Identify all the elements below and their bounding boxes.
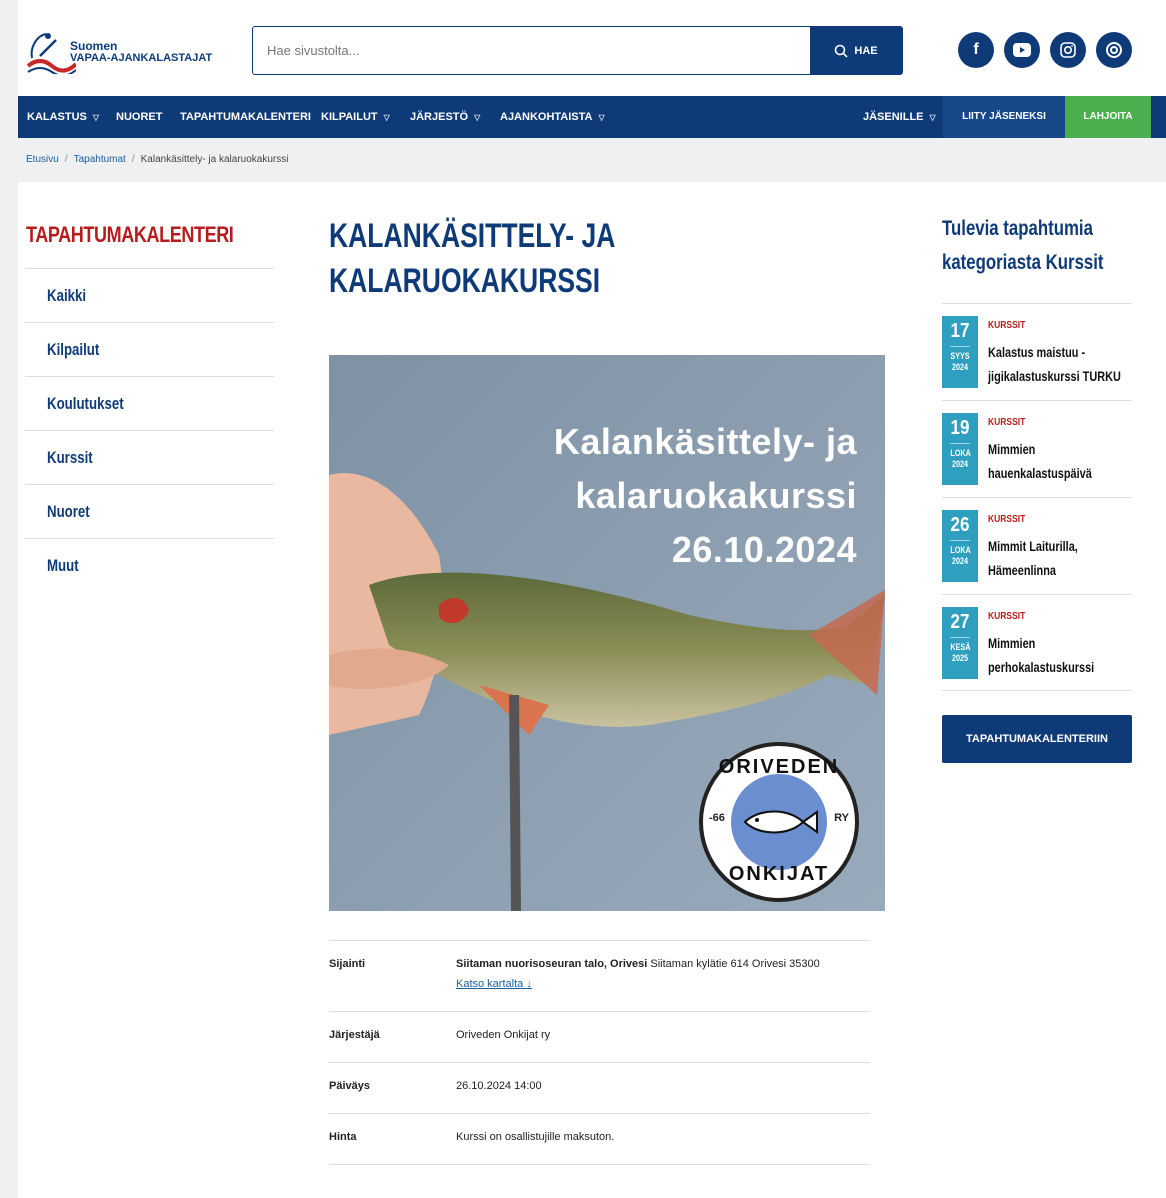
club-logo-bottom: ONKIJAT	[728, 863, 830, 885]
location-label: Sijainti	[329, 958, 366, 970]
club-logo-top: ORIVEDEN	[718, 756, 840, 778]
event-title[interactable]: Mimmien hauenkalastuspäivä	[988, 437, 1105, 485]
event-date: 19 LOKA 2024	[942, 413, 978, 485]
threads-icon[interactable]	[1096, 32, 1132, 68]
club-logo-center	[731, 774, 827, 870]
club-logo-year: -66	[709, 812, 725, 824]
organizer-value: Oriveden Onkijat ry	[456, 1029, 551, 1041]
sidebar-item-kilpailut[interactable]: Kilpailut	[25, 322, 274, 376]
page-title-line1: KALANKÄSITTELY- JA	[329, 217, 616, 255]
sidebar-item-nuoret[interactable]: Nuoret	[25, 484, 274, 538]
nav-ajankohtaista[interactable]: AJANKOHTAISTA ▽	[500, 96, 605, 138]
logo-text: Suomen VAPAA-AJANKALASTAJAT	[70, 40, 212, 64]
event-card[interactable]: 26 LOKA 2024 KURSSIT Mimmit Laiturilla, H…	[942, 497, 1132, 594]
event-card[interactable]: 17 SYYS 2024 KURSSIT Kalastus maistuu -j…	[942, 303, 1132, 400]
logo-line2: VAPAA-AJANKALASTAJAT	[70, 52, 213, 64]
event-title[interactable]: Mimmit Laiturilla, Hämeenlinna	[988, 534, 1105, 582]
date-value: 26.10.2024 14:00	[456, 1080, 542, 1092]
price-value: Kurssi on osallistujille maksuton.	[456, 1131, 615, 1143]
sidebar-item-kurssit[interactable]: Kurssit	[25, 430, 274, 484]
calendar-button[interactable]: TAPAHTUMAKALENTERIIN	[942, 715, 1132, 763]
location-address: Siitaman kylätie 614 Orivesi 35300	[650, 958, 820, 970]
site-header: Suomen VAPAA-AJANKALASTAJAT HAE f	[18, 0, 1166, 96]
hero-line3: 26.10.2024	[671, 529, 857, 570]
event-category: KURSSIT	[988, 417, 1026, 428]
facebook-icon[interactable]: f	[958, 32, 994, 68]
nav-tapahtumakalenteri[interactable]: TAPAHTUMAKALENTERI	[180, 96, 311, 138]
event-date: 27 KESÄ 2025	[942, 607, 978, 679]
breadcrumb-home[interactable]: Etusivu	[26, 154, 59, 165]
event-image: Kalankäsittely- ja kalaruokakurssi 26.10…	[329, 355, 885, 911]
page: Suomen VAPAA-AJANKALASTAJAT HAE f	[18, 0, 1166, 1198]
sidebar-item-kaikki[interactable]: Kaikki	[25, 268, 274, 322]
event-category: KURSSIT	[988, 514, 1026, 525]
price-label: Hinta	[329, 1131, 357, 1143]
club-logo: ORIVEDEN ONKIJAT -66 RY	[699, 742, 859, 902]
logo-icon	[26, 33, 78, 77]
upcoming-events: 17 SYYS 2024 KURSSIT Kalastus maistuu -j…	[942, 303, 1132, 691]
upcoming-title-line1: Tulevia tapahtumia	[942, 217, 1093, 240]
page-title: KALANKÄSITTELY- JA KALARUOKAKURSSI	[329, 214, 766, 304]
info-row-location: Sijainti Siitaman nuorisoseuran talo, Or…	[329, 940, 870, 1011]
search-input[interactable]	[253, 27, 810, 74]
instagram-icon[interactable]	[1050, 32, 1086, 68]
page-title-line2: KALARUOKAKURSSI	[329, 262, 601, 300]
location-name: Siitaman nuorisoseuran talo, Orivesi	[456, 958, 648, 970]
hero-line1: Kalankäsittely- ja	[553, 421, 857, 462]
event-title[interactable]: Kalastus maistuu - jigikalastuskurssi TUR…	[988, 340, 1121, 388]
fish-icon	[743, 810, 818, 834]
event-date: 17 SYYS 2024	[942, 316, 978, 388]
event-category: KURSSIT	[988, 611, 1026, 622]
event-card[interactable]: 19 LOKA 2024 KURSSIT Mimmien hauenkalastu…	[942, 400, 1132, 497]
nav-kalastus[interactable]: KALASTUS ▽	[27, 96, 99, 138]
club-logo-ry: RY	[834, 812, 849, 824]
search-button[interactable]: HAE	[810, 27, 902, 74]
sidebar-title: TAPAHTUMAKALENTERI	[26, 222, 234, 247]
event-date: 26 LOKA 2024	[942, 510, 978, 582]
sidebar-item-koulutukset[interactable]: Koulutukset	[25, 376, 274, 430]
hero-line2: kalaruokakurssi	[575, 475, 857, 516]
date-label: Päiväys	[329, 1080, 370, 1092]
event-category: KURSSIT	[988, 320, 1026, 331]
breadcrumb: Etusivu / Tapahtumat / Kalankäsittely- ja ka…	[18, 138, 1166, 182]
info-row-organizer: Järjestäjä Oriveden Onkijat ry	[329, 1011, 870, 1062]
sidebar-menu: Kaikki Kilpailut Koulutukset Kurssit Nuo…	[25, 268, 274, 592]
event-info-table: Sijainti Siitaman nuorisoseuran talo, Or…	[329, 940, 870, 1165]
search-bar: HAE	[252, 26, 903, 75]
logo-line1: Suomen	[70, 39, 118, 53]
event-card[interactable]: 27 KESÄ 2025 KURSSIT Mimmien perhokalastu…	[942, 594, 1132, 691]
youtube-icon[interactable]	[1004, 32, 1040, 68]
nav-nuoret[interactable]: NUORET	[116, 96, 162, 138]
search-button-label: HAE	[854, 44, 878, 57]
breadcrumb-current: Kalankäsittely- ja kalaruokakurssi	[140, 154, 289, 165]
event-title[interactable]: Mimmien perhokalastuskurssi	[988, 631, 1105, 679]
search-icon	[835, 44, 848, 58]
donate-button[interactable]: LAHJOITA	[1065, 96, 1151, 138]
sidebar-item-muut[interactable]: Muut	[25, 538, 274, 592]
upcoming-title: Tulevia tapahtumia kategoriasta Kurssit	[942, 212, 1104, 280]
nav-jasenille[interactable]: JÄSENILLE ▽	[863, 96, 936, 138]
breadcrumb-events[interactable]: Tapahtumat	[74, 154, 126, 165]
location-value: Siitaman nuorisoseuran talo, Orivesi Sii…	[456, 954, 870, 994]
main-nav: KALASTUS ▽ NUORET TAPAHTUMAKALENTERI KILP…	[18, 96, 1166, 138]
info-row-price: Hinta Kurssi on osallistujille maksuton.	[329, 1113, 870, 1165]
map-link[interactable]: Katso kartalta ↓	[456, 978, 532, 990]
social-links: f	[958, 32, 1132, 68]
nav-kilpailut[interactable]: KILPAILUT ▽	[321, 96, 390, 138]
join-button[interactable]: LIITY JÄSENEKSI	[943, 96, 1065, 138]
info-row-date: Päiväys 26.10.2024 14:00	[329, 1062, 870, 1113]
upcoming-title-line2: kategoriasta Kurssit	[942, 251, 1104, 274]
organizer-label: Järjestäjä	[329, 1029, 380, 1041]
arrow-down-icon: ↓	[526, 978, 532, 990]
hero-text: Kalankäsittely- ja kalaruokakurssi 26.10…	[554, 415, 857, 577]
nav-jarjesto[interactable]: JÄRJESTÖ ▽	[410, 96, 480, 138]
